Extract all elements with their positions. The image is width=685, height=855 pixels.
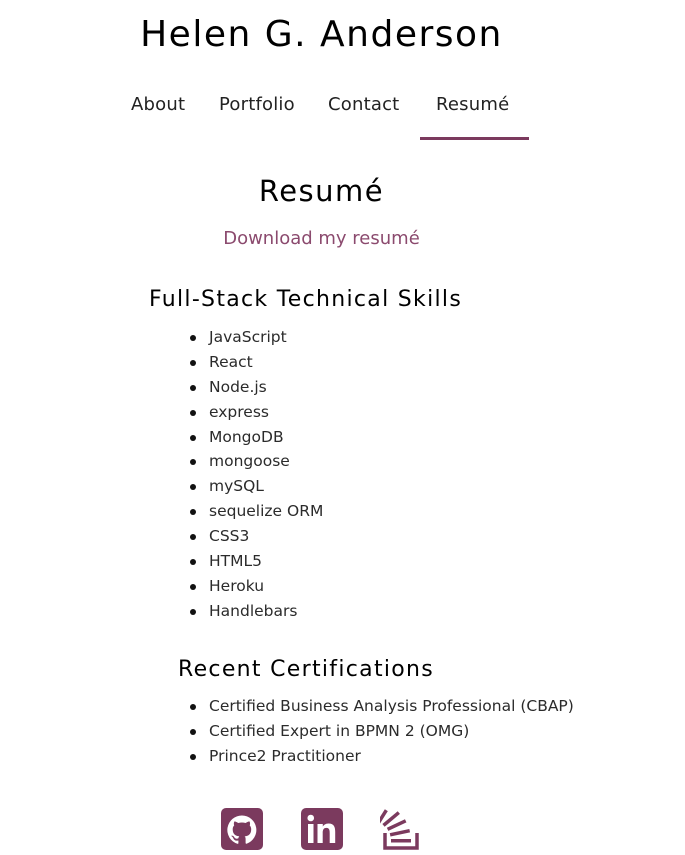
site-title: Helen G. Anderson <box>140 14 503 55</box>
list-item: React <box>190 350 323 375</box>
list-item: Handlebars <box>190 599 323 624</box>
list-item: Certified Business Analysis Professional… <box>190 694 574 719</box>
linkedin-link[interactable] <box>300 808 344 852</box>
certifications-heading: Recent Certifications <box>178 657 435 682</box>
nav-about[interactable]: About <box>131 94 185 115</box>
linkedin-icon <box>301 808 343 850</box>
certifications-list: Certified Business Analysis Professional… <box>190 694 574 769</box>
stackoverflow-icon <box>380 809 419 850</box>
list-item: express <box>190 400 323 425</box>
social-links <box>0 808 685 852</box>
skills-list: JavaScript React Node.js express MongoDB… <box>190 325 323 624</box>
list-item: Prince2 Practitioner <box>190 744 574 769</box>
github-icon <box>221 808 263 850</box>
main-nav: About Portfolio Contact Resumé <box>0 94 685 144</box>
list-item: Certified Expert in BPMN 2 (OMG) <box>190 719 574 744</box>
list-item: HTML5 <box>190 549 323 574</box>
nav-contact[interactable]: Contact <box>328 94 399 115</box>
list-item: mongoose <box>190 449 323 474</box>
page-heading: Resumé <box>258 174 385 208</box>
github-link[interactable] <box>220 808 264 852</box>
list-item: JavaScript <box>190 325 323 350</box>
skills-heading: Full-Stack Technical Skills <box>149 287 463 312</box>
stackoverflow-link[interactable] <box>380 808 424 852</box>
list-item: Node.js <box>190 375 323 400</box>
nav-resume[interactable]: Resumé <box>436 94 509 115</box>
list-item: CSS3 <box>190 524 323 549</box>
list-item: MongoDB <box>190 425 323 450</box>
list-item: Heroku <box>190 574 323 599</box>
download-resume-link[interactable]: Download my resumé <box>0 228 643 249</box>
list-item: sequelize ORM <box>190 499 323 524</box>
nav-portfolio[interactable]: Portfolio <box>219 94 295 115</box>
list-item: mySQL <box>190 474 323 499</box>
active-tab-indicator <box>420 137 529 140</box>
